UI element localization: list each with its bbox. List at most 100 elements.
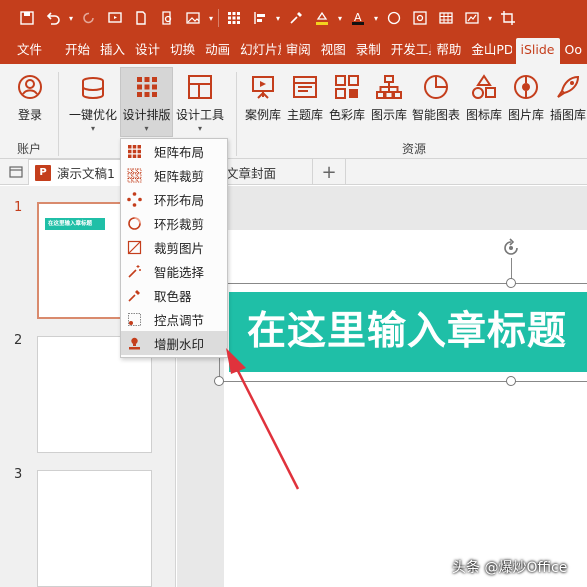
layout-dropdown-menu: 矩阵布局 矩阵裁剪 环形布局 环形裁剪 裁剪图片 智能选择 取色器 控点调节 增… — [120, 138, 228, 358]
menu-item-ring-layout[interactable]: 环形布局 — [121, 187, 227, 211]
login-label: 登录 — [17, 108, 42, 122]
user-icon — [13, 68, 47, 106]
menu-item-label: 控点调节 — [154, 312, 205, 328]
layout-label: 设计排版 — [122, 108, 171, 122]
chevron-down-icon[interactable]: ▾ — [485, 5, 495, 31]
diagram-library-button[interactable]: 图示库 — [369, 68, 409, 123]
tab-help[interactable]: 帮助 — [431, 38, 466, 64]
tab-design[interactable]: 设计 — [130, 38, 165, 64]
stack-icon — [76, 68, 110, 106]
chevron-down-icon[interactable]: ▾ — [206, 5, 216, 31]
menu-item-label: 智能选择 — [154, 264, 205, 280]
ribbon-divider — [236, 72, 237, 156]
font-color-icon[interactable]: A — [345, 5, 371, 31]
resize-handle[interactable] — [506, 376, 516, 386]
image-frame-icon[interactable] — [407, 5, 433, 31]
redo-icon[interactable] — [76, 5, 102, 31]
ribbon: 登录 一键优化 ▾ 设计排版 ▾ 设计工具 ▾ 案例库 主题库 色彩库 图示库 … — [0, 64, 587, 159]
align-icon[interactable] — [247, 5, 273, 31]
matrix-crop-icon — [125, 166, 143, 184]
easel-icon — [246, 68, 280, 106]
tab-view[interactable]: 视图 — [316, 38, 351, 64]
chevron-down-icon[interactable]: ▾ — [273, 5, 283, 31]
image-library-label: 图片库 — [507, 108, 544, 122]
case-library-label: 案例库 — [244, 108, 281, 122]
doc-tab-other-label: 文章封面 — [226, 165, 277, 181]
image-library-icon — [509, 68, 543, 106]
ribbon-divider — [58, 72, 59, 156]
menu-item-matrix-crop[interactable]: 矩阵裁剪 — [121, 163, 227, 187]
illustration-library-button[interactable]: 插图库 — [548, 68, 587, 123]
grid-icon[interactable] — [221, 5, 247, 31]
rotate-handle-icon[interactable] — [500, 237, 522, 259]
document-tab-bar: P 演示文稿1 文章封面 + — [0, 159, 587, 185]
case-library-button[interactable]: 案例库 — [243, 68, 283, 123]
menu-item-smart-select[interactable]: 智能选择 — [121, 259, 227, 283]
new-tab-button[interactable]: + — [312, 159, 346, 185]
slide-thumbnail-3[interactable] — [37, 470, 152, 587]
login-button[interactable]: 登录 — [12, 68, 48, 123]
layout-icon — [183, 68, 217, 106]
layout-button[interactable]: 设计排版 ▾ — [120, 67, 173, 137]
table-icon[interactable] — [433, 5, 459, 31]
menu-item-ring-crop[interactable]: 环形裁剪 — [121, 211, 227, 235]
tab-transitions[interactable]: 切换 — [165, 38, 200, 64]
tab-developer[interactable]: 开发工具 — [386, 38, 432, 64]
resize-handle[interactable] — [214, 376, 224, 386]
crop-icon[interactable] — [495, 5, 521, 31]
tab-pdf[interactable]: 金山PDF — [466, 38, 511, 64]
tools-button[interactable]: 设计工具 ▾ — [175, 68, 225, 133]
tab-more[interactable]: Oo — [560, 38, 587, 64]
new-file-icon[interactable] — [128, 5, 154, 31]
tab-review[interactable]: 审阅 — [281, 38, 316, 64]
watermark-text: 头条 @爆炒Office — [452, 560, 568, 576]
slide-title-banner[interactable]: 在这里输入章标题 — [229, 292, 587, 372]
menu-item-crop-image[interactable]: 裁剪图片 — [121, 235, 227, 259]
picture-icon[interactable] — [180, 5, 206, 31]
color-library-button[interactable]: 色彩库 — [327, 68, 367, 123]
optimize-button[interactable]: 一键优化 ▾ — [67, 68, 119, 133]
save-icon[interactable] — [14, 5, 40, 31]
editing-canvas — [177, 186, 587, 587]
icon-library-button[interactable]: 图标库 — [464, 68, 504, 123]
menu-item-label: 取色器 — [154, 288, 192, 304]
menu-item-handle-adjust[interactable]: 控点调节 — [121, 307, 227, 331]
menu-item-label: 矩阵裁剪 — [154, 168, 205, 184]
tab-file[interactable]: 文件 — [0, 38, 60, 64]
doc-tab-other[interactable]: 文章封面 — [226, 159, 306, 185]
resize-handle[interactable] — [506, 278, 516, 288]
smart-chart-button[interactable]: 智能图表 — [410, 68, 462, 123]
tab-home[interactable]: 开始 — [60, 38, 95, 64]
menu-item-color-picker[interactable]: 取色器 — [121, 283, 227, 307]
rocket-icon — [551, 68, 585, 106]
group-label-account: 账户 — [17, 142, 42, 156]
slideshow-icon[interactable] — [102, 5, 128, 31]
tab-list-icon[interactable] — [6, 159, 26, 185]
magic-wand-icon — [125, 262, 143, 280]
grid-dots-icon — [130, 68, 164, 106]
tab-record[interactable]: 录制 — [351, 38, 386, 64]
chart-image-icon[interactable] — [459, 5, 485, 31]
color-library-label: 色彩库 — [328, 108, 365, 122]
chevron-down-icon[interactable]: ▾ — [66, 5, 76, 31]
tab-animations[interactable]: 动画 — [200, 38, 235, 64]
tab-islide[interactable]: iSlide — [515, 38, 560, 64]
fill-color-icon[interactable] — [309, 5, 335, 31]
chevron-down-icon[interactable]: ▾ — [335, 5, 345, 31]
tab-slideshow[interactable]: 幻灯片放 — [235, 38, 281, 64]
chevron-down-icon[interactable]: ▾ — [371, 5, 381, 31]
undo-icon[interactable] — [40, 5, 66, 31]
menu-item-label: 增删水印 — [154, 336, 205, 352]
tab-insert[interactable]: 插入 — [95, 38, 130, 64]
chevron-down-icon: ▾ — [90, 124, 95, 133]
slide-number: 2 — [14, 333, 23, 348]
org-chart-icon — [372, 68, 406, 106]
circle-shape-icon[interactable] — [381, 5, 407, 31]
ring-crop-icon — [125, 214, 143, 232]
print-preview-icon[interactable] — [154, 5, 180, 31]
menu-item-watermark[interactable]: 增删水印 — [121, 331, 227, 355]
theme-library-button[interactable]: 主题库 — [285, 68, 325, 123]
menu-item-matrix-layout[interactable]: 矩阵布局 — [121, 139, 227, 163]
image-library-button[interactable]: 图片库 — [506, 68, 546, 123]
eyedropper-icon[interactable] — [283, 5, 309, 31]
